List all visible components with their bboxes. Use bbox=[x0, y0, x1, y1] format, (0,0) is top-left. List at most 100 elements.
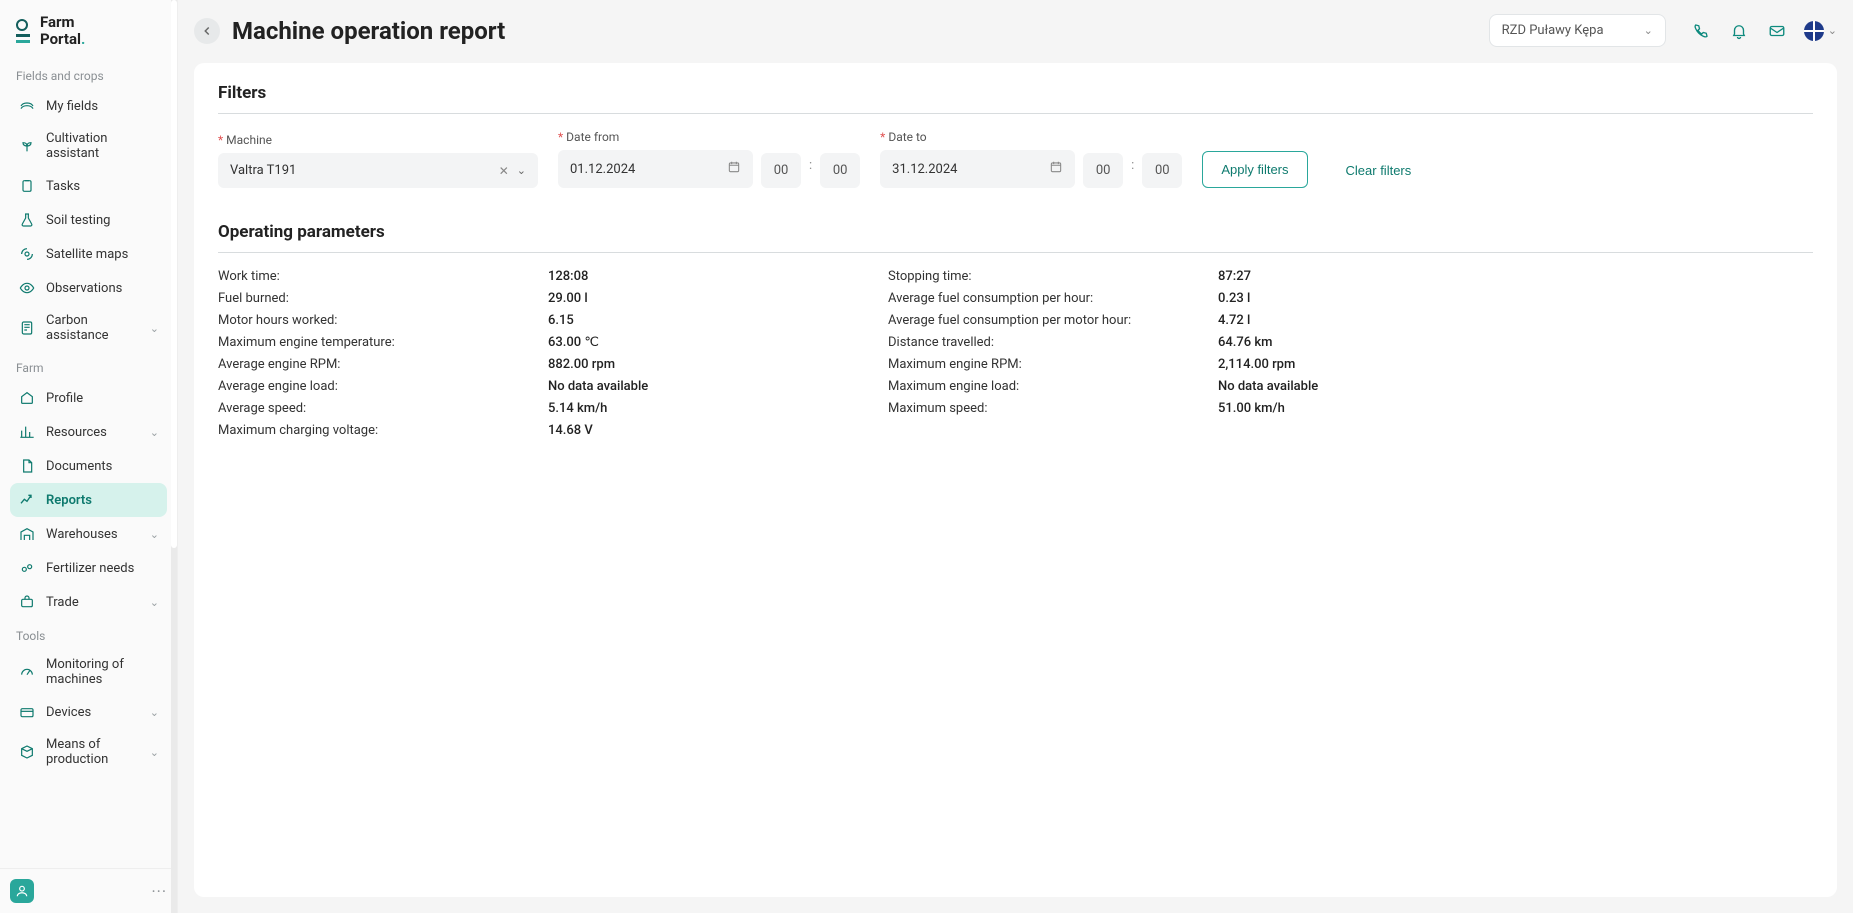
sidebar-item-resources[interactable]: Resources ⌄ bbox=[10, 415, 167, 449]
date-from-minute-input[interactable]: 00 bbox=[820, 153, 860, 188]
app-logo[interactable]: Farm Portal. bbox=[10, 14, 167, 59]
sidebar-scrollbar[interactable] bbox=[171, 0, 177, 913]
param-label: Maximum engine load: bbox=[888, 379, 1218, 394]
param-value: 128:08 bbox=[548, 269, 888, 284]
param-value: No data available bbox=[1218, 379, 1813, 394]
nav-label: Soil testing bbox=[46, 213, 110, 228]
mail-icon[interactable] bbox=[1766, 20, 1788, 42]
more-icon[interactable]: ··· bbox=[151, 882, 167, 901]
nav-label: Fertilizer needs bbox=[46, 561, 134, 576]
nav-label: Observations bbox=[46, 281, 122, 296]
apply-filters-button[interactable]: Apply filters bbox=[1202, 151, 1307, 188]
sidebar-item-devices[interactable]: Devices ⌄ bbox=[10, 695, 167, 729]
nav-label: Tasks bbox=[46, 179, 80, 194]
param-value: 2,114.00 rpm bbox=[1218, 357, 1813, 372]
nav-label: Reports bbox=[46, 493, 92, 508]
machine-select-value: Valtra T191 bbox=[230, 163, 296, 178]
phone-icon[interactable] bbox=[1690, 20, 1712, 42]
sidebar-item-warehouses[interactable]: Warehouses ⌄ bbox=[10, 517, 167, 551]
seed-icon bbox=[18, 559, 36, 577]
sidebar-item-profile[interactable]: Profile bbox=[10, 381, 167, 415]
time-separator: : bbox=[809, 158, 812, 181]
machine-field-label: *Machine bbox=[218, 133, 538, 147]
param-value: 4.72 l bbox=[1218, 313, 1813, 328]
chevron-down-icon: ⌄ bbox=[150, 426, 159, 439]
gauge-icon bbox=[18, 663, 36, 681]
barn-icon bbox=[18, 389, 36, 407]
date-to-minute-input[interactable]: 00 bbox=[1142, 153, 1182, 188]
briefcase-icon bbox=[18, 593, 36, 611]
chevron-down-icon: ⌄ bbox=[150, 706, 159, 719]
sidebar-item-satellite-maps[interactable]: Satellite maps bbox=[10, 237, 167, 271]
operating-params-heading: Operating parameters bbox=[218, 222, 1813, 253]
sidebar-item-reports[interactable]: Reports bbox=[10, 483, 167, 517]
field-icon bbox=[18, 97, 36, 115]
user-avatar[interactable] bbox=[10, 879, 34, 903]
param-value: 63.00 ℃ bbox=[548, 335, 888, 350]
sidebar-item-fertilizer-needs[interactable]: Fertilizer needs bbox=[10, 551, 167, 585]
param-label: Average engine RPM: bbox=[218, 357, 548, 372]
date-from-label: *Date from bbox=[558, 130, 860, 144]
sidebar-footer: ··· bbox=[0, 868, 177, 913]
nav-label: Satellite maps bbox=[46, 247, 128, 262]
machine-select[interactable]: Valtra T191 ✕ ⌄ bbox=[218, 153, 538, 188]
date-to-input[interactable]: 31.12.2024 bbox=[880, 150, 1075, 188]
nav-label: Cultivation assistant bbox=[46, 131, 159, 161]
sidebar-item-documents[interactable]: Documents bbox=[10, 449, 167, 483]
nav-label: Trade bbox=[46, 595, 79, 610]
section-fields-crops: Fields and crops bbox=[10, 59, 167, 89]
sidebar-item-cultivation-assistant[interactable]: Cultivation assistant bbox=[10, 123, 167, 169]
section-tools: Tools bbox=[10, 619, 167, 649]
date-from-hour-input[interactable]: 00 bbox=[761, 153, 801, 188]
chevron-down-icon: ⌄ bbox=[150, 528, 159, 541]
chart-icon bbox=[18, 423, 36, 441]
param-label: Stopping time: bbox=[888, 269, 1218, 284]
param-label: Fuel burned: bbox=[218, 291, 548, 306]
sidebar: Farm Portal. Fields and crops My fields … bbox=[0, 0, 178, 913]
nav-label: Carbon assistance bbox=[46, 313, 140, 343]
sidebar-item-soil-testing[interactable]: Soil testing bbox=[10, 203, 167, 237]
back-button[interactable] bbox=[194, 18, 220, 44]
calculator-icon bbox=[18, 319, 36, 337]
topbar: Machine operation report RZD Puławy Kępa… bbox=[194, 0, 1837, 63]
chevron-down-icon: ⌄ bbox=[150, 596, 159, 609]
language-select[interactable]: ⌄ bbox=[1804, 20, 1837, 42]
param-value: 29.00 l bbox=[548, 291, 888, 306]
clear-machine-icon[interactable]: ✕ bbox=[499, 164, 509, 178]
nav-label: Profile bbox=[46, 391, 83, 406]
param-label: Motor hours worked: bbox=[218, 313, 548, 328]
date-from-value: 01.12.2024 bbox=[570, 162, 635, 177]
sidebar-item-observations[interactable]: Observations bbox=[10, 271, 167, 305]
param-value: 87:27 bbox=[1218, 269, 1813, 284]
nav-label: Devices bbox=[46, 705, 91, 720]
date-to-hour-input[interactable]: 00 bbox=[1083, 153, 1123, 188]
clear-filters-button[interactable]: Clear filters bbox=[1328, 153, 1430, 188]
chevron-down-icon: ⌄ bbox=[1828, 24, 1837, 37]
param-value: 51.00 km/h bbox=[1218, 401, 1813, 416]
param-value: 5.14 km/h bbox=[548, 401, 888, 416]
sidebar-item-monitoring-machines[interactable]: Monitoring of machines bbox=[10, 649, 167, 695]
sidebar-item-carbon-assistance[interactable]: Carbon assistance ⌄ bbox=[10, 305, 167, 351]
flag-uk-icon bbox=[1804, 21, 1824, 41]
organization-select[interactable]: RZD Puławy Kępa ⌄ bbox=[1489, 14, 1666, 47]
sidebar-item-my-fields[interactable]: My fields bbox=[10, 89, 167, 123]
param-value: 14.68 V bbox=[548, 423, 888, 438]
nav-label: Monitoring of machines bbox=[46, 657, 159, 687]
filters-heading: Filters bbox=[218, 83, 1813, 114]
param-value: 6.15 bbox=[548, 313, 888, 328]
bell-icon[interactable] bbox=[1728, 20, 1750, 42]
chevron-down-icon: ⌄ bbox=[1644, 24, 1653, 37]
section-farm: Farm bbox=[10, 351, 167, 381]
sidebar-item-trade[interactable]: Trade ⌄ bbox=[10, 585, 167, 619]
box-icon bbox=[18, 743, 36, 761]
sidebar-item-tasks[interactable]: Tasks bbox=[10, 169, 167, 203]
time-separator: : bbox=[1131, 158, 1134, 181]
date-from-input[interactable]: 01.12.2024 bbox=[558, 150, 753, 188]
warehouse-icon bbox=[18, 525, 36, 543]
sidebar-item-means-of-production[interactable]: Means of production ⌄ bbox=[10, 729, 167, 775]
param-value: 882.00 rpm bbox=[548, 357, 888, 372]
chevron-down-icon[interactable]: ⌄ bbox=[517, 164, 526, 177]
logo-mark-icon bbox=[16, 17, 34, 45]
operating-params-grid: Work time:128:08Stopping time:87:27Fuel … bbox=[218, 269, 1813, 438]
date-to-value: 31.12.2024 bbox=[892, 162, 957, 177]
